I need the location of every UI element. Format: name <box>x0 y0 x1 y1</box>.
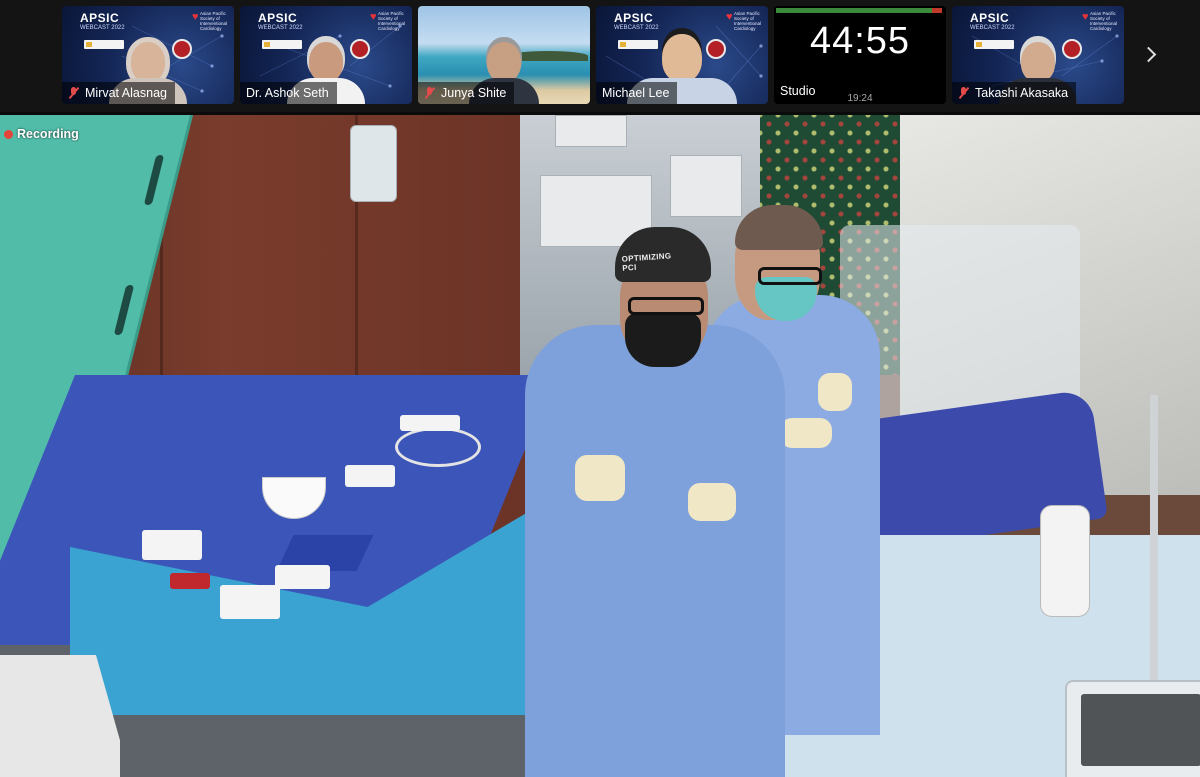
participant-name-bar: Takashi Akasaka <box>952 82 1077 104</box>
mic-muted-icon <box>958 87 970 99</box>
participant-strip: APSIC WEBCAST 2022 ♥ Asian Pacific Socie… <box>0 0 1200 112</box>
society-name: Asian Pacific Society of Interventional … <box>734 11 762 31</box>
participant-tile-studio[interactable]: 44:55 Studio 19:24 <box>774 6 946 104</box>
studio-clock: 19:24 <box>847 93 873 104</box>
webcast-brand: APSIC <box>80 11 120 25</box>
participant-name-bar: Mirvat Alasnag <box>62 82 175 104</box>
cap-label: OPTIMIZING PCI <box>621 251 672 273</box>
participant-tile-ashok-seth[interactable]: APSIC WEBCAST 2022 ♥ Asian Pacific Socie… <box>240 6 412 104</box>
webcast-brand: APSIC <box>970 11 1010 25</box>
bedside-monitor <box>1065 680 1200 777</box>
glove <box>575 455 625 501</box>
society-name: Asian Pacific Society of Interventional … <box>200 11 228 31</box>
timer-progress-bar <box>776 8 942 13</box>
glove <box>688 483 736 521</box>
webcast-brand: APSIC <box>258 11 298 25</box>
participant-name-bar: Junya Shite <box>418 82 515 104</box>
society-name: Asian Pacific Society of Interventional … <box>378 11 406 31</box>
participant-name: Dr. Ashok Seth <box>246 86 329 100</box>
recording-dot-icon <box>4 129 13 139</box>
participant-name: Mirvat Alasnag <box>85 86 167 100</box>
countdown-timer: 44:55 <box>809 20 911 62</box>
gauze-stack <box>220 585 280 619</box>
participant-name: Michael Lee <box>602 86 670 100</box>
webcast-year: WEBCAST 2022 <box>80 25 125 31</box>
chevron-right-icon[interactable] <box>1138 44 1160 66</box>
glasses <box>758 267 822 285</box>
red-device <box>170 573 210 589</box>
iv-bag <box>1040 505 1090 617</box>
guidewire-coil <box>395 427 481 467</box>
participant-name-bar: Dr. Ashok Seth <box>240 82 337 104</box>
participant-tile-takashi-akasaka[interactable]: APSIC WEBCAST 2022 ♥ Asian Pacific Socie… <box>952 6 1124 104</box>
glove <box>780 418 832 448</box>
participant-tile-junya-shite[interactable]: Junya Shite <box>418 6 590 104</box>
cloth-pad <box>345 465 395 487</box>
mic-muted-icon <box>424 87 436 99</box>
participant-name: Junya Shite <box>441 86 507 100</box>
recording-indicator: Recording <box>4 127 79 141</box>
main-video-feed: OPTIMIZING PCI Recording <box>0 115 1200 777</box>
syringe-pack <box>400 415 460 431</box>
participant-name: Takashi Akasaka <box>975 86 1069 100</box>
surgical-mask <box>625 313 701 367</box>
participant-tile-mirvat-alasnag[interactable]: APSIC WEBCAST 2022 ♥ Asian Pacific Socie… <box>62 6 234 104</box>
glasses <box>628 297 704 315</box>
gauze-pack <box>142 530 202 560</box>
mic-muted-icon <box>68 87 80 99</box>
recording-label: Recording <box>17 127 79 141</box>
webcast-brand: APSIC <box>614 11 654 25</box>
participant-tile-michael-lee[interactable]: APSIC WEBCAST 2022 ♥ Asian Pacific Socie… <box>596 6 768 104</box>
webcast-year: WEBCAST 2022 <box>614 25 659 31</box>
glove <box>818 373 852 411</box>
cloth-pad <box>275 565 330 589</box>
society-name: Asian Pacific Society of Interventional … <box>1090 11 1118 31</box>
participant-name-bar: Michael Lee <box>596 82 678 104</box>
webcast-year: WEBCAST 2022 <box>258 25 303 31</box>
webcast-year: WEBCAST 2022 <box>970 25 1015 31</box>
